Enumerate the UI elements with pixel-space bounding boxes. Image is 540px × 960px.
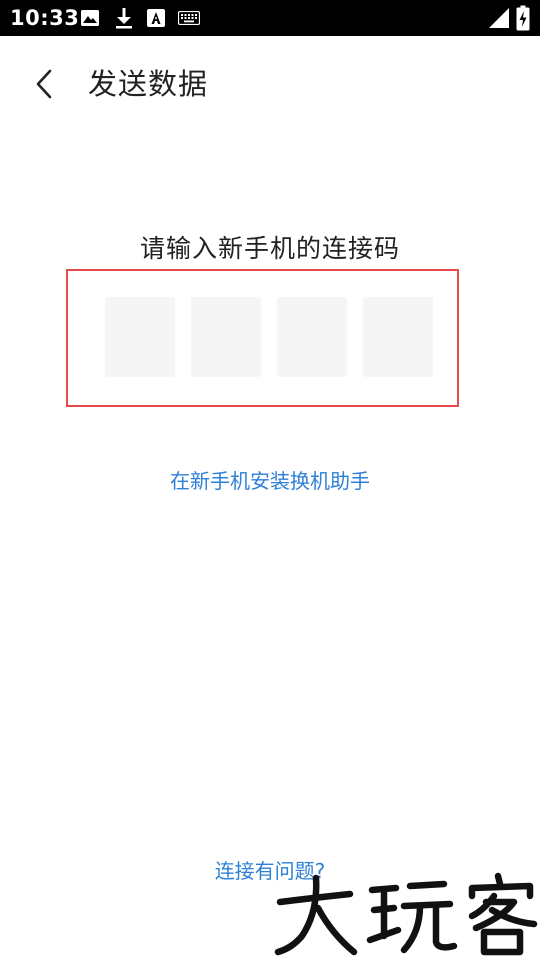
watermark-logo [274, 872, 538, 956]
signal-icon [489, 8, 509, 28]
battery-charging-icon [516, 5, 530, 31]
code-digit-2[interactable] [191, 297, 261, 377]
chevron-left-icon [36, 69, 52, 99]
back-button[interactable] [18, 62, 70, 106]
status-time: 10:33 [10, 6, 80, 30]
page-title: 发送数据 [88, 67, 209, 101]
code-digit-1[interactable] [105, 297, 175, 377]
download-icon [116, 8, 132, 29]
code-digit-4[interactable] [363, 297, 433, 377]
font-icon [147, 9, 165, 27]
screen: 10:33 发送数据 请输入新手机的连接码 在新手机安装换机助手 连接有问题? [0, 0, 540, 960]
connection-code-input[interactable] [66, 269, 459, 407]
install-assistant-link[interactable]: 在新手机安装换机助手 [0, 466, 540, 496]
keyboard-icon [178, 11, 200, 25]
code-digit-3[interactable] [277, 297, 347, 377]
app-bar: 发送数据 [0, 36, 540, 132]
image-icon [81, 10, 99, 26]
status-bar: 10:33 [0, 0, 540, 36]
connection-code-prompt: 请输入新手机的连接码 [139, 234, 400, 263]
